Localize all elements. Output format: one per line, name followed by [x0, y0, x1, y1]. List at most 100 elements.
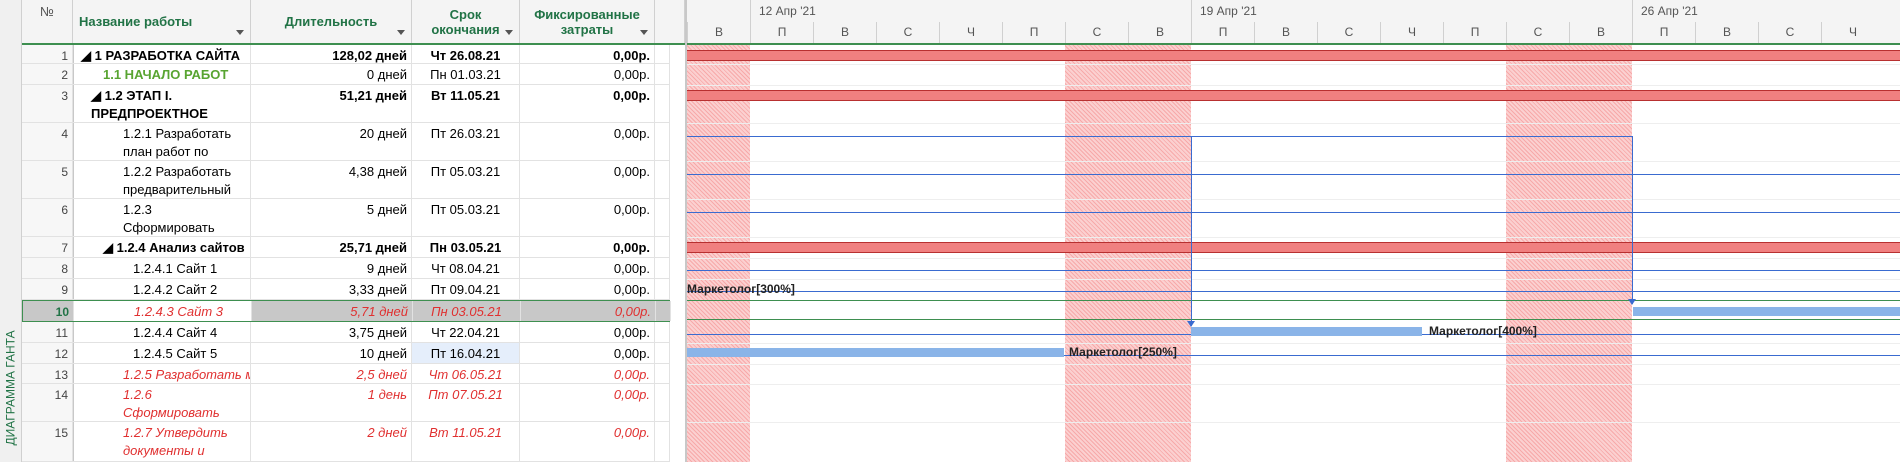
task-end[interactable]: Пт 05.03.21 [412, 199, 520, 236]
table-row[interactable]: 13 1.2.5 Разработать м 2,5 дней Чт 06.05… [22, 364, 670, 384]
summary-bar[interactable] [687, 50, 1900, 61]
extra-cell[interactable] [656, 301, 671, 321]
task-cost[interactable]: 0,00р. [521, 301, 656, 321]
extra-cell[interactable] [655, 237, 670, 257]
task-duration[interactable]: 3,33 дней [251, 279, 412, 299]
table-row[interactable]: 4 1.2.1 Разработать план работ по 20 дне… [22, 123, 670, 161]
task-end[interactable]: Пт 26.03.21 [412, 123, 520, 160]
task-cost[interactable]: 0,00р. [520, 258, 655, 278]
task-name[interactable]: 1.2.5 Разработать м [73, 364, 251, 383]
col-extra-header[interactable] [655, 0, 685, 43]
task-cost[interactable]: 0,00р. [520, 279, 655, 299]
task-end[interactable]: Вт 11.05.21 [412, 85, 520, 122]
table-row[interactable]: 9 1.2.4.2 Сайт 2 3,33 дней Пт 09.04.21 0… [22, 279, 670, 300]
task-duration[interactable]: 1 день [251, 384, 412, 421]
task-duration[interactable]: 0 дней [251, 64, 412, 84]
col-end-header[interactable]: Срок окончания [412, 0, 520, 43]
extra-cell[interactable] [655, 45, 670, 63]
table-row[interactable]: 11 1.2.4.4 Сайт 4 3,75 дней Чт 22.04.21 … [22, 322, 670, 343]
task-cost[interactable]: 0,00р. [520, 422, 655, 461]
task-cost[interactable]: 0,00р. [520, 237, 655, 257]
task-end[interactable]: Чт 22.04.21 [412, 322, 520, 342]
filter-dropdown-icon[interactable] [397, 30, 405, 35]
task-name[interactable]: 1.2.4.3 Сайт 3 [74, 301, 252, 321]
view-side-bar[interactable]: ДИАГРАММА ГАНТА [0, 0, 22, 462]
task-cost[interactable]: 0,00р. [520, 123, 655, 160]
table-row[interactable]: 8 1.2.4.1 Сайт 1 9 дней Чт 08.04.21 0,00… [22, 258, 670, 279]
task-duration[interactable]: 5,71 дней [252, 301, 413, 321]
task-cost[interactable]: 0,00р. [520, 343, 655, 363]
task-name[interactable]: 1.2.4.2 Сайт 2 [73, 279, 251, 299]
summary-bar[interactable] [687, 90, 1900, 101]
task-end[interactable]: Чт 26.08.21 [412, 45, 520, 63]
task-name[interactable]: ◢ 1.2.4 Анализ сайтов [73, 237, 251, 257]
table-row[interactable]: 15 1.2.7 Утвердить документы и 2 дней Вт… [22, 422, 670, 462]
task-cost[interactable]: 0,00р. [520, 364, 655, 383]
task-name[interactable]: 1.2.1 Разработать план работ по [73, 123, 251, 160]
extra-cell[interactable] [655, 422, 670, 461]
extra-cell[interactable] [655, 343, 670, 363]
extra-cell[interactable] [655, 199, 670, 236]
extra-cell[interactable] [655, 64, 670, 84]
task-cost[interactable]: 0,00р. [520, 199, 655, 236]
task-end[interactable]: Вт 11.05.21 [412, 422, 520, 461]
task-cost[interactable]: 0,00р. [520, 161, 655, 198]
task-duration[interactable]: 20 дней [251, 123, 412, 160]
task-end[interactable]: Пн 03.05.21 [412, 237, 520, 257]
extra-cell[interactable] [655, 322, 670, 342]
task-duration[interactable]: 3,75 дней [251, 322, 412, 342]
task-duration[interactable]: 25,71 дней [251, 237, 412, 257]
task-cost[interactable]: 0,00р. [520, 85, 655, 122]
task-name[interactable]: 1.2.4.5 Сайт 5 [73, 343, 251, 363]
task-end[interactable]: Пт 05.03.21 [412, 161, 520, 198]
filter-dropdown-icon[interactable] [640, 30, 648, 35]
col-duration-header[interactable]: Длительность [251, 0, 412, 43]
task-name[interactable]: ◢ 1.2 ЭТАП I. ПРЕДПРОЕКТНОЕ [73, 85, 251, 122]
table-row[interactable]: 5 1.2.2 Разработать предварительный 4,38… [22, 161, 670, 199]
table-row[interactable]: 12 1.2.4.5 Сайт 5 10 дней Пт 16.04.21 0,… [22, 343, 670, 364]
extra-cell[interactable] [655, 85, 670, 122]
task-cost[interactable]: 0,00р. [520, 45, 655, 63]
task-name[interactable]: 1.2.6 Сформировать [73, 384, 251, 421]
extra-cell[interactable] [655, 279, 670, 299]
task-name[interactable]: ◢ 1 РАЗРАБОТКА САЙТА [73, 45, 251, 63]
filter-dropdown-icon[interactable] [236, 30, 244, 35]
task-bar[interactable] [687, 348, 1064, 357]
extra-cell[interactable] [655, 384, 670, 421]
table-row[interactable]: 14 1.2.6 Сформировать 1 день Пт 07.05.21… [22, 384, 670, 422]
extra-cell[interactable] [655, 364, 670, 383]
task-end[interactable]: Чт 06.05.21 [412, 364, 520, 383]
task-end[interactable]: Пт 16.04.21 [412, 343, 520, 363]
table-row[interactable]: 6 1.2.3 Сформировать 5 дней Пт 05.03.21 … [22, 199, 670, 237]
task-bar[interactable] [1633, 307, 1900, 316]
table-row[interactable]: 3 ◢ 1.2 ЭТАП I. ПРЕДПРОЕКТНОЕ 51,21 дней… [22, 85, 670, 123]
col-cost-header[interactable]: Фиксированные затраты [520, 0, 655, 43]
task-end[interactable]: Чт 08.04.21 [412, 258, 520, 278]
table-row[interactable]: 7 ◢ 1.2.4 Анализ сайтов 25,71 дней Пн 03… [22, 237, 670, 258]
table-row[interactable]: 2 1.1 НАЧАЛО РАБОТ 0 дней Пн 01.03.21 0,… [22, 64, 670, 85]
extra-cell[interactable] [655, 258, 670, 278]
task-cost[interactable]: 0,00р. [520, 384, 655, 421]
task-duration[interactable]: 9 дней [251, 258, 412, 278]
task-name[interactable]: 1.2.4.1 Сайт 1 [73, 258, 251, 278]
task-duration[interactable]: 10 дней [251, 343, 412, 363]
task-duration[interactable]: 2,5 дней [251, 364, 412, 383]
filter-dropdown-icon[interactable] [505, 30, 513, 35]
gantt-chart[interactable]: 12 Апр '21 19 Апр '21 26 Апр '21 В П В С… [685, 0, 1900, 462]
task-name[interactable]: 1.1 НАЧАЛО РАБОТ [73, 64, 251, 84]
task-end[interactable]: Пт 09.04.21 [412, 279, 520, 299]
table-row[interactable]: 1 ◢ 1 РАЗРАБОТКА САЙТА 128,02 дней Чт 26… [22, 45, 670, 64]
task-end[interactable]: Пн 03.05.21 [413, 301, 521, 321]
task-duration[interactable]: 51,21 дней [251, 85, 412, 122]
task-duration[interactable]: 2 дней [251, 422, 412, 461]
col-name-header[interactable]: Название работы [73, 0, 251, 43]
table-row-selected[interactable]: 10 1.2.4.3 Сайт 3 5,71 дней Пн 03.05.21 … [22, 300, 671, 322]
col-num-header[interactable]: № [22, 0, 73, 43]
task-cost[interactable]: 0,00р. [520, 322, 655, 342]
task-name[interactable]: 1.2.7 Утвердить документы и [73, 422, 251, 461]
extra-cell[interactable] [655, 123, 670, 160]
task-end[interactable]: Пт 07.05.21 [412, 384, 520, 421]
task-name[interactable]: 1.2.2 Разработать предварительный [73, 161, 251, 198]
task-name[interactable]: 1.2.4.4 Сайт 4 [73, 322, 251, 342]
task-end[interactable]: Пн 01.03.21 [412, 64, 520, 84]
